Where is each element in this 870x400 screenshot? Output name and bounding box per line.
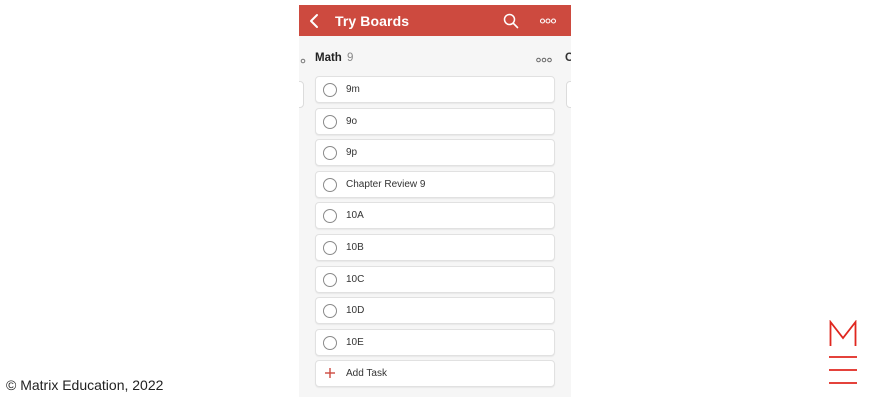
task-checkbox[interactable] xyxy=(323,146,337,161)
task-checkbox[interactable] xyxy=(323,177,337,192)
task-item[interactable]: 9p xyxy=(315,139,555,167)
section-name: Math xyxy=(315,52,342,64)
task-item[interactable]: 9m xyxy=(315,76,555,103)
task-item[interactable]: 10A xyxy=(315,202,555,230)
task-label: 10D xyxy=(346,305,365,317)
task-checkbox[interactable] xyxy=(323,114,337,129)
task-item[interactable]: 9o xyxy=(315,107,555,135)
task-checkbox[interactable] xyxy=(323,335,337,350)
task-label: 10C xyxy=(346,273,365,285)
task-label: 9m xyxy=(346,84,360,95)
task-item[interactable]: 10B xyxy=(315,234,555,261)
section-more-button[interactable] xyxy=(535,53,553,65)
previous-column-card-peek[interactable] xyxy=(299,81,304,108)
task-checkbox[interactable] xyxy=(323,272,337,287)
copyright-notice: © Matrix Education, 2022 xyxy=(6,377,164,393)
more-dots-icon xyxy=(536,57,552,63)
section-count: 9 xyxy=(347,52,354,64)
back-button[interactable] xyxy=(306,11,324,31)
next-column-peek[interactable]: C xyxy=(565,52,571,64)
top-app-bar: Try Boards xyxy=(299,5,571,36)
phone-screen: Try Boards Math 9 C 9m 9o 9p Chapter Rev… xyxy=(299,5,571,397)
chevron-left-icon xyxy=(310,14,318,28)
task-checkbox[interactable] xyxy=(323,83,337,97)
task-item[interactable]: 10E xyxy=(315,328,555,356)
task-label: 9p xyxy=(346,147,358,159)
search-button[interactable] xyxy=(502,12,520,30)
next-column-card-peek[interactable] xyxy=(566,81,571,108)
task-label: 9o xyxy=(346,115,358,127)
task-checkbox[interactable] xyxy=(323,304,337,319)
section-header: Math 9 C xyxy=(299,49,571,69)
task-checkbox[interactable] xyxy=(323,209,337,224)
more-dots-icon xyxy=(539,18,557,24)
previous-column-indicator[interactable] xyxy=(300,53,306,73)
task-item[interactable]: 10C xyxy=(315,265,555,293)
section-title: Math 9 xyxy=(315,52,353,64)
add-task-button[interactable]: Add Task xyxy=(315,360,555,388)
app-title: Try Boards xyxy=(335,13,410,29)
more-options-button[interactable] xyxy=(539,13,557,29)
task-label: 10B xyxy=(346,242,364,253)
task-checkbox[interactable] xyxy=(323,241,337,255)
task-item[interactable]: Chapter Review 9 xyxy=(315,170,555,198)
dot-icon xyxy=(300,58,306,64)
task-label: 10E xyxy=(346,336,364,348)
plus-icon xyxy=(325,368,335,379)
task-label: Chapter Review 9 xyxy=(346,178,426,190)
task-label: 10A xyxy=(346,210,364,222)
add-task-label: Add Task xyxy=(346,368,387,380)
search-icon xyxy=(503,13,519,29)
task-item[interactable]: 10D xyxy=(315,297,555,325)
matrix-logo xyxy=(829,320,857,384)
